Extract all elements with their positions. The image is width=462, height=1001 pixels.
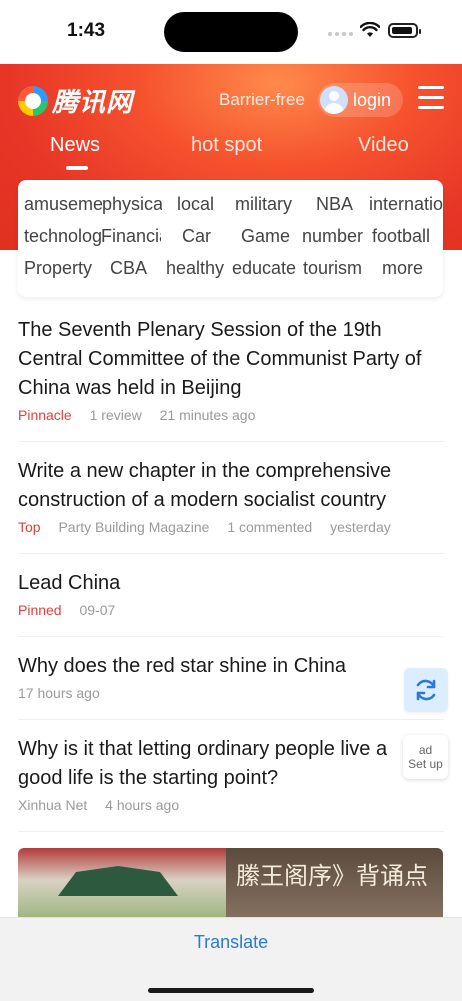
news-item[interactable]: The Seventh Plenary Session of the 19th …	[18, 316, 444, 442]
battery-icon	[388, 23, 421, 38]
refresh-icon	[416, 679, 436, 701]
channel-physical[interactable]: physical	[102, 194, 162, 215]
news-time: 4 hours ago	[105, 797, 180, 813]
wifi-icon	[360, 22, 380, 37]
channel-international[interactable]: international	[369, 194, 443, 215]
news-item[interactable]: Lead China Pinned 09-07	[18, 569, 444, 637]
news-comments: 1 commented	[227, 519, 313, 535]
channel-game[interactable]: Game	[241, 226, 290, 247]
ad-label: ad	[418, 743, 433, 757]
cellular-signal-icon	[328, 32, 353, 36]
news-meta: Xinhua Net 4 hours ago	[18, 797, 444, 813]
dynamic-island	[164, 12, 298, 52]
pavilion-image	[18, 848, 226, 928]
news-tag: Top	[18, 519, 41, 535]
channel-property[interactable]: Property	[24, 258, 92, 279]
channel-amusement[interactable]: amusement	[24, 194, 102, 215]
channel-educate[interactable]: educate	[232, 258, 296, 279]
news-comments: 1 review	[89, 407, 142, 423]
tab-hot-spot[interactable]: hot spot	[191, 134, 262, 157]
channel-nba[interactable]: NBA	[316, 194, 353, 215]
channel-car[interactable]: Car	[182, 226, 211, 247]
login-button[interactable]: login	[318, 83, 404, 117]
channel-row: technology Financial Car Game number foo…	[18, 226, 443, 258]
channel-tourism[interactable]: tourism	[303, 258, 362, 279]
qq-logo-icon	[18, 85, 48, 116]
barrier-free-link[interactable]: Barrier-free	[219, 90, 305, 110]
news-title: Why is it that letting ordinary people l…	[18, 738, 388, 789]
news-item[interactable]: Why is it that letting ordinary people l…	[18, 735, 444, 832]
news-title: The Seventh Plenary Session of the 19th …	[18, 319, 422, 399]
news-time: 09-07	[79, 602, 116, 618]
login-label: login	[353, 89, 392, 110]
channel-row: Property CBA healthy educate tourism mor…	[18, 258, 443, 290]
home-indicator[interactable]	[148, 988, 314, 993]
hamburger-menu-icon[interactable]	[418, 86, 444, 110]
translate-button[interactable]: Translate	[0, 932, 462, 953]
news-source: Xinhua Net	[18, 797, 88, 813]
bottom-toolbar: Translate	[0, 917, 462, 1001]
channel-financial[interactable]: Financial	[101, 226, 161, 247]
logo-text: 腾讯网	[52, 87, 134, 117]
channel-technology[interactable]: technology	[24, 226, 101, 247]
news-time: 21 minutes ago	[159, 407, 256, 423]
news-tag: Pinnacle	[18, 407, 72, 423]
top-tabs: News hot spot Video	[0, 134, 462, 174]
channel-local[interactable]: local	[177, 194, 214, 215]
active-tab-indicator	[66, 166, 88, 170]
channel-cba[interactable]: CBA	[110, 258, 147, 279]
channel-football[interactable]: football	[372, 226, 430, 247]
refresh-button[interactable]	[404, 668, 448, 712]
avatar-icon	[320, 86, 348, 114]
channel-grid: amusement physical local military NBA in…	[18, 180, 443, 297]
tab-video[interactable]: Video	[358, 134, 409, 157]
channel-row: amusement physical local military NBA in…	[18, 194, 443, 226]
news-item[interactable]: Write a new chapter in the comprehensive…	[18, 457, 444, 554]
news-meta: Pinnacle 1 review 21 minutes ago	[18, 407, 444, 423]
news-title: Write a new chapter in the comprehensive…	[18, 460, 392, 511]
news-image[interactable]: 縢王阁序》背诵点	[18, 848, 443, 928]
news-meta: 17 hours ago	[18, 685, 444, 701]
poem-image: 縢王阁序》背诵点	[226, 848, 443, 928]
news-meta: Top Party Building Magazine 1 commented …	[18, 519, 444, 535]
image-caption: 縢王阁序》背诵点	[236, 862, 428, 890]
news-title: Lead China	[18, 572, 121, 594]
channel-number[interactable]: number	[302, 226, 363, 247]
news-tag: Pinned	[18, 602, 62, 618]
news-item[interactable]: Why does the red star shine in China 17 …	[18, 652, 444, 720]
news-time: 17 hours ago	[18, 685, 100, 701]
channel-more[interactable]: more	[382, 258, 423, 279]
news-time: yesterday	[330, 519, 391, 535]
channel-military[interactable]: military	[235, 194, 292, 215]
status-bar: 1:43	[0, 0, 462, 64]
status-time: 1:43	[67, 20, 106, 41]
news-title: Why does the red star shine in China	[18, 655, 346, 677]
channel-healthy[interactable]: healthy	[166, 258, 224, 279]
setup-label: Set up	[408, 757, 443, 771]
app-logo[interactable]: 腾讯网	[18, 82, 133, 119]
ad-setup-button[interactable]: ad Set up	[403, 735, 448, 779]
news-meta: Pinned 09-07	[18, 602, 444, 618]
tab-news[interactable]: News	[50, 134, 100, 157]
news-source: Party Building Magazine	[58, 519, 210, 535]
